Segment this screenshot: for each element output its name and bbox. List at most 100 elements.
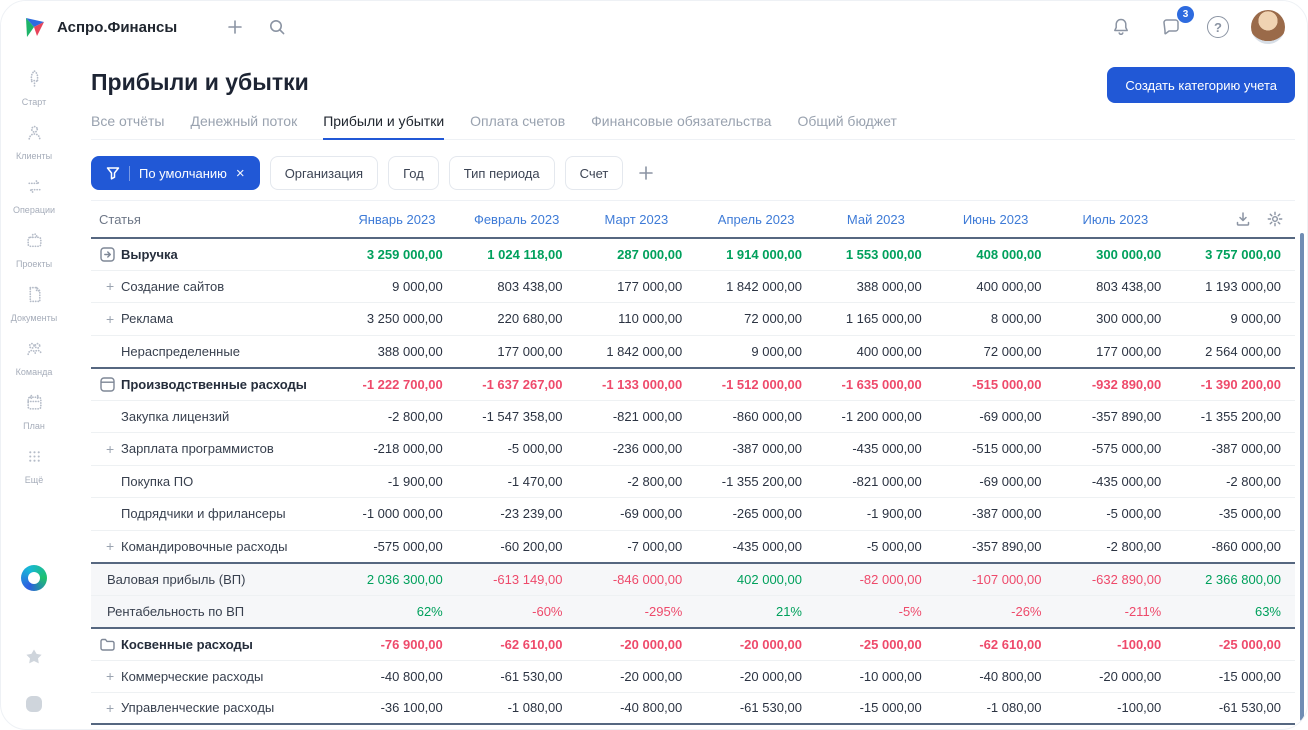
table-row[interactable]: Рентабельность по ВП 62% -60% -295% 21% -5% -2… bbox=[91, 594, 1295, 628]
vertical-scrollbar[interactable] bbox=[1300, 233, 1304, 721]
value-cell: 220 680,00 bbox=[497, 311, 563, 327]
value-cell: -61 530,00 bbox=[500, 668, 563, 684]
tab-1[interactable]: Денежный поток bbox=[190, 109, 297, 140]
clear-filter-icon[interactable]: × bbox=[236, 166, 245, 181]
chip-divider bbox=[129, 165, 130, 181]
sidebar-item-clients[interactable]: Клиенты bbox=[1, 123, 67, 161]
avatar[interactable] bbox=[1251, 10, 1285, 44]
value-cell: 388 000,00 bbox=[856, 278, 922, 294]
table-row[interactable]: Валовая прибыль (ВП) 2 036 300,00 -613 149… bbox=[91, 562, 1295, 595]
value-cell: -40 800,00 bbox=[380, 668, 443, 684]
product-logo-icon[interactable] bbox=[21, 565, 47, 591]
value-cell: -211% bbox=[1124, 603, 1162, 619]
row-label: Подрядчики и фрилансеры bbox=[91, 498, 337, 530]
filter-chip-2[interactable]: Тип периода bbox=[448, 156, 555, 190]
month-column-header-3[interactable]: Апрель 2023 bbox=[696, 212, 816, 227]
value-cell: -5 000,00 bbox=[507, 441, 563, 457]
sidebar-item-projects[interactable]: Проекты bbox=[1, 231, 67, 269]
sidebar-item-label: Старт bbox=[21, 97, 47, 107]
sidebar-item-start[interactable]: Старт bbox=[1, 69, 67, 107]
value-cell: -613 149,00 bbox=[493, 571, 563, 587]
sidebar-item-plan[interactable]: План bbox=[1, 393, 67, 431]
row-title: Закупка лицензий bbox=[121, 408, 230, 424]
value-cell: 803 438,00 bbox=[497, 278, 563, 294]
month-column-header-5[interactable]: Июнь 2023 bbox=[936, 212, 1056, 227]
value-cell: 287 000,00 bbox=[617, 246, 683, 262]
month-column-header-0[interactable]: Январь 2023 bbox=[337, 212, 457, 227]
expand-icon[interactable]: + bbox=[106, 701, 114, 715]
value-cell: 300 000,00 bbox=[1096, 246, 1162, 262]
expand-icon[interactable]: + bbox=[106, 442, 114, 456]
extra-app-icon-2[interactable] bbox=[23, 693, 45, 715]
table-row[interactable]: + Реклама 3 250 000,00 220 680,00 110 000,00… bbox=[91, 302, 1295, 335]
value-cell: -387 000,00 bbox=[972, 506, 1042, 522]
value-cell: 177 000,00 bbox=[617, 278, 683, 294]
month-column-header-1[interactable]: Февраль 2023 bbox=[457, 212, 577, 227]
tab-3[interactable]: Оплата счетов bbox=[470, 109, 565, 140]
table-row[interactable]: Закупка лицензий -2 800,00 -1 547 358,00 -8… bbox=[91, 399, 1295, 433]
table-row[interactable]: + Зарплата программистов -218 000,00 -5 000… bbox=[91, 432, 1295, 465]
download-icon[interactable] bbox=[1235, 211, 1251, 227]
value-cell: -7 000,00 bbox=[627, 538, 683, 554]
sidebar-item-operations[interactable]: Операции bbox=[1, 177, 67, 215]
expand-icon[interactable]: + bbox=[106, 312, 114, 326]
expand-icon[interactable]: + bbox=[106, 539, 114, 553]
filter-chip-1[interactable]: Год bbox=[388, 156, 439, 190]
expand-icon[interactable]: + bbox=[106, 669, 114, 683]
sidebar-item-documents[interactable]: Документы bbox=[1, 285, 67, 323]
value-cell: -5% bbox=[898, 603, 922, 619]
month-column-header-4[interactable]: Май 2023 bbox=[816, 212, 936, 227]
help-button[interactable]: ? bbox=[1207, 16, 1229, 38]
tab-4[interactable]: Финансовые обязательства bbox=[591, 109, 771, 140]
table-settings-icon[interactable] bbox=[1267, 211, 1283, 227]
table-row[interactable]: + Управленческие расходы -36 100,00 -1 080,… bbox=[91, 692, 1295, 725]
month-column-header-2[interactable]: Март 2023 bbox=[577, 212, 697, 227]
value-cell: -5 000,00 bbox=[1106, 506, 1162, 522]
add-filter-button[interactable] bbox=[637, 164, 655, 182]
table-row[interactable]: + Создание сайтов 9 000,00 803 438,00 177 00… bbox=[91, 269, 1295, 303]
table-row[interactable]: Нераспределенные 388 000,00 177 000,00 1 84… bbox=[91, 334, 1295, 368]
brand[interactable]: Аспро.Финансы bbox=[23, 15, 177, 39]
add-button[interactable] bbox=[221, 13, 249, 41]
filter-chip-0[interactable]: Организация bbox=[269, 156, 379, 190]
row-label: Закупка лицензий bbox=[91, 401, 337, 433]
value-cell: 8 000,00 bbox=[990, 311, 1042, 327]
table-row[interactable]: Выручка 3 259 000,00 1 024 118,00 287 000,0… bbox=[91, 237, 1295, 270]
expand-icon[interactable]: + bbox=[106, 279, 114, 293]
value-cell: -435 000,00 bbox=[852, 441, 922, 457]
tab-0[interactable]: Все отчёты bbox=[91, 109, 164, 140]
table-row[interactable]: Покупка ПО -1 900,00 -1 470,00 -2 800,00 -1 … bbox=[91, 464, 1295, 498]
month-column-header-6[interactable]: Июль 2023 bbox=[1056, 212, 1176, 227]
tab-2[interactable]: Прибыли и убытки bbox=[323, 109, 445, 140]
value-cell: 408 000,00 bbox=[976, 246, 1042, 262]
table-row[interactable]: Производственные расходы -1 222 700,00 -1 … bbox=[91, 367, 1295, 400]
sidebar-item-more[interactable]: Ещё bbox=[1, 447, 67, 485]
create-category-button[interactable]: Создать категорию учета bbox=[1107, 67, 1295, 103]
row-title: Рентабельность по ВП bbox=[107, 603, 245, 619]
value-cell: -25 000,00 bbox=[1218, 636, 1281, 652]
table-row[interactable]: Косвенные расходы -76 900,00 -62 610,00 -20… bbox=[91, 627, 1295, 660]
value-cell: -387 000,00 bbox=[732, 441, 802, 457]
value-cell: -357 890,00 bbox=[1091, 408, 1162, 424]
row-title: Выручка bbox=[121, 246, 178, 262]
value-cell: -25 000,00 bbox=[859, 636, 922, 652]
value-cell: -632 890,00 bbox=[1091, 571, 1162, 587]
notifications-button[interactable] bbox=[1107, 13, 1135, 41]
value-cell: 300 000,00 bbox=[1096, 311, 1162, 327]
filter-chip-3[interactable]: Счет bbox=[564, 156, 624, 190]
table-row[interactable]: + Командировочные расходы -575 000,00 -60 2… bbox=[91, 529, 1295, 563]
value-cell: 72 000,00 bbox=[744, 311, 802, 327]
value-cell: 9 000,00 bbox=[751, 343, 802, 359]
value-cell: -2 800,00 bbox=[387, 408, 443, 424]
extra-app-icon-1[interactable] bbox=[23, 647, 45, 669]
row-label: Рентабельность по ВП bbox=[91, 596, 337, 628]
tab-5[interactable]: Общий бюджет bbox=[797, 109, 896, 140]
value-cell: -1 000 000,00 bbox=[362, 506, 443, 522]
table-row[interactable]: + Коммерческие расходы -40 800,00 -61 530,0… bbox=[91, 659, 1295, 693]
table-row[interactable]: Подрядчики и фрилансеры -1 000 000,00 -23 … bbox=[91, 497, 1295, 530]
search-button[interactable] bbox=[263, 13, 291, 41]
page-head: Прибыли и убытки Создать категорию учета bbox=[91, 67, 1295, 103]
value-cell: -107 000,00 bbox=[972, 571, 1042, 587]
filter-preset-chip[interactable]: По умолчанию × bbox=[91, 156, 260, 190]
sidebar-item-team[interactable]: Команда bbox=[1, 339, 67, 377]
